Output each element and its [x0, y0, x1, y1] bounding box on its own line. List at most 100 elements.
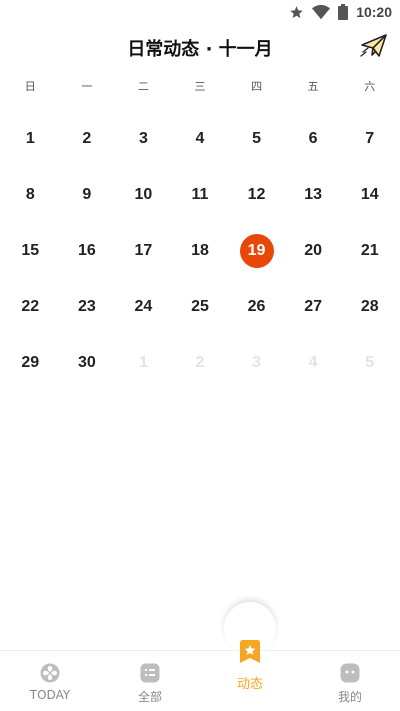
day-number: 2 — [82, 130, 92, 147]
day-number: 1 — [138, 354, 148, 371]
tab-all[interactable]: 全部 — [100, 651, 200, 711]
calendar-day-next-month: 2 — [172, 335, 229, 391]
status-bar: 10:20 — [0, 0, 400, 24]
send-button[interactable] — [358, 32, 390, 64]
day-number: 15 — [21, 242, 40, 259]
day-number: 3 — [252, 354, 262, 371]
tab-moments[interactable]: 动态 — [200, 640, 300, 711]
weekday-label: 五 — [307, 80, 319, 93]
calendar-day[interactable]: 1 — [2, 111, 59, 167]
tab-today[interactable]: TODAY — [0, 651, 100, 711]
calendar-day[interactable]: 30 — [59, 335, 116, 391]
weekday-header: 日一二三四五六 — [0, 78, 400, 98]
day-number: 12 — [247, 186, 266, 203]
calendar-day[interactable]: 3 — [115, 111, 172, 167]
day-number: 7 — [365, 130, 375, 147]
weekday-label: 一 — [81, 80, 93, 93]
day-number: 10 — [134, 186, 153, 203]
calendar-day[interactable]: 12 — [228, 167, 285, 223]
weekday-label: 四 — [251, 80, 263, 93]
day-number: 25 — [191, 298, 209, 315]
calendar-day[interactable]: 4 — [172, 111, 229, 167]
day-number: 26 — [247, 298, 266, 315]
calendar-day[interactable]: 24 — [115, 279, 172, 335]
calendar-day[interactable]: 29 — [2, 335, 59, 391]
clover-icon — [40, 663, 60, 683]
calendar-day-today[interactable]: 19 — [228, 223, 285, 279]
calendar-day[interactable]: 18 — [172, 223, 229, 279]
tab-label-today: TODAY — [29, 688, 71, 702]
calendar-day[interactable]: 10 — [115, 167, 172, 223]
day-number: 13 — [304, 186, 323, 203]
day-number: 16 — [77, 242, 96, 259]
calendar-day[interactable]: 7 — [341, 111, 398, 167]
day-number: 27 — [304, 298, 323, 315]
tab-label-mine: 我的 — [337, 690, 362, 704]
day-number: 1 — [25, 130, 35, 147]
calendar-day[interactable]: 14 — [341, 167, 398, 223]
star-bookmark-icon — [237, 639, 263, 665]
calendar-screen: 10:20 日常动态 · 十一月 日一二三四五六 1 2 3 4 5 6 7 8 9 10 11 12… — [0, 0, 400, 711]
day-number: 17 — [134, 242, 153, 259]
wifi-icon — [312, 4, 331, 20]
paper-plane-icon — [360, 33, 388, 63]
calendar-day[interactable]: 15 — [2, 223, 59, 279]
calendar-day[interactable]: 9 — [59, 167, 116, 223]
day-number: 22 — [21, 298, 40, 315]
calendar-day[interactable]: 13 — [285, 167, 342, 223]
day-number: 9 — [82, 186, 92, 203]
day-number: 4 — [308, 354, 318, 371]
calendar-day[interactable]: 8 — [2, 167, 59, 223]
calendar-day[interactable]: 2 — [59, 111, 116, 167]
calendar-day-next-month: 5 — [341, 335, 398, 391]
calendar-day-next-month: 1 — [115, 335, 172, 391]
day-number: 4 — [195, 130, 205, 147]
weekday-label: 二 — [137, 80, 149, 93]
day-number: 24 — [134, 298, 153, 315]
calendar-day[interactable]: 11 — [172, 167, 229, 223]
tab-label-all: 全部 — [137, 690, 162, 704]
calendar-day[interactable]: 20 — [285, 223, 342, 279]
weekday-label: 日 — [24, 80, 36, 93]
calendar-day[interactable]: 26 — [228, 279, 285, 335]
calendar-day-next-month: 3 — [228, 335, 285, 391]
day-number: 28 — [360, 298, 379, 315]
calendar-day[interactable]: 6 — [285, 111, 342, 167]
day-number: 19 — [247, 242, 266, 259]
day-number: 23 — [77, 298, 96, 315]
weekday-label: 三 — [194, 80, 206, 93]
day-number: 5 — [365, 354, 375, 371]
day-number: 2 — [195, 354, 205, 371]
day-number: 3 — [138, 130, 148, 147]
day-number: 21 — [360, 242, 379, 259]
star-icon — [289, 5, 304, 20]
page-title: 日常动态 · 十一月 — [127, 39, 273, 60]
calendar-grid: 1 2 3 4 5 6 7 8 9 10 11 12 13 14 15 16 17 18 19 20 21 22 23 24 2… — [0, 111, 400, 391]
calendar-day[interactable]: 27 — [285, 279, 342, 335]
tab-label-moments: 动态 — [236, 677, 263, 692]
calendar-day[interactable]: 28 — [341, 279, 398, 335]
calendar-day-next-month: 4 — [285, 335, 342, 391]
calendar-day[interactable]: 23 — [59, 279, 116, 335]
calendar-day[interactable]: 25 — [172, 279, 229, 335]
day-number: 5 — [252, 130, 262, 147]
weekday-label: 六 — [364, 80, 376, 93]
face-icon — [340, 663, 360, 683]
day-number: 11 — [191, 186, 209, 203]
day-number: 20 — [304, 242, 323, 259]
bottom-tab-bar: TODAY 全部 动态 我的 — [0, 640, 400, 711]
clock-time: 10:20 — [356, 4, 392, 20]
calendar-day[interactable]: 22 — [2, 279, 59, 335]
calendar-day[interactable]: 16 — [59, 223, 116, 279]
list-icon — [140, 663, 160, 683]
tab-mine[interactable]: 我的 — [300, 651, 400, 711]
page-header: 日常动态 · 十一月 — [0, 30, 400, 66]
day-number: 18 — [191, 242, 209, 259]
calendar-day[interactable]: 17 — [115, 223, 172, 279]
calendar-day[interactable]: 5 — [228, 111, 285, 167]
battery-icon — [338, 4, 349, 20]
day-number: 29 — [21, 354, 40, 371]
day-number: 6 — [308, 130, 318, 147]
calendar-day[interactable]: 21 — [341, 223, 398, 279]
day-number: 14 — [360, 186, 379, 203]
